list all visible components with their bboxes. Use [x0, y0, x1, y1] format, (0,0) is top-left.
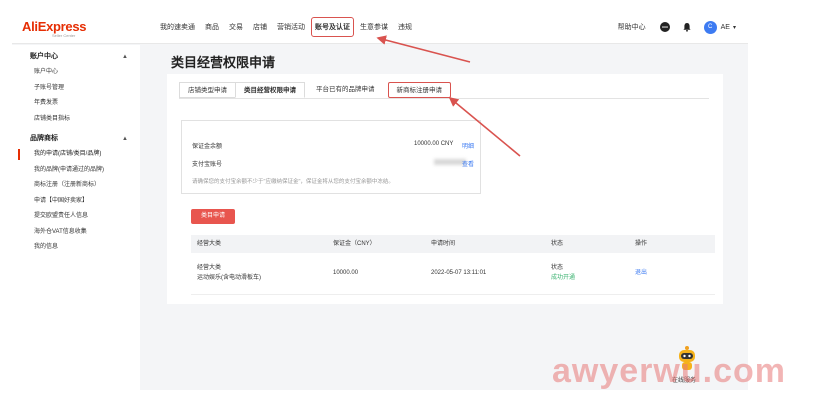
chevron-down-icon[interactable]: ▾ [733, 24, 736, 31]
deposit-detail-link[interactable]: 明细 [462, 141, 474, 150]
chevron-up-icon[interactable]: ▲ [122, 49, 128, 65]
sidebar-item-trademark-registration[interactable]: 商标注册（注册新商标） [12, 178, 140, 194]
user-name[interactable]: AE [721, 24, 730, 31]
col-category: 经营大类 [197, 241, 222, 247]
page-title: 类目经营权限申请 [171, 55, 276, 70]
bell-icon[interactable] [682, 22, 692, 32]
sidebar-item-sub-accounts[interactable]: 子账号管理 [12, 81, 140, 97]
sidebar: 账户中心 ▲ 账户中心 子账号管理 年费发票 店铺类目指标 品牌商标 ▲ 我的申… [12, 45, 140, 390]
col-apply-time: 申请时间 [431, 241, 456, 247]
tab-bar: 店铺类型申请 类目经营权限申请 平台已有的品牌申请 新商标注册申请 [179, 82, 451, 98]
sidebar-group-label: 品牌商标 [30, 135, 58, 142]
sidebar-group-brand[interactable]: 品牌商标 ▲ [12, 131, 140, 147]
row-subcategory: 运动娱乐(含电动滑板车) [197, 275, 261, 281]
chat-icon[interactable] [659, 22, 670, 32]
top-right-tools: 帮助中心 C AE ▾ [618, 10, 736, 44]
nav-orders[interactable]: 交易 [229, 22, 243, 32]
user-avatar[interactable]: C [703, 20, 717, 34]
nav-violations[interactable]: 违规 [398, 22, 412, 32]
aliexpress-logo[interactable]: AliExpress [22, 19, 87, 34]
tab-store-type[interactable]: 店铺类型申请 [179, 82, 236, 98]
applications-table: 经营大类 保证金（CNY） 申请时间 状态 操作 经营大类 运动娱乐(含电动滑板… [191, 235, 715, 295]
exit-link[interactable]: 退出 [635, 269, 647, 278]
row-category: 经营大类 [197, 265, 222, 271]
col-deposit: 保证金（CNY） [333, 241, 376, 247]
sidebar-group-account[interactable]: 账户中心 ▲ [12, 49, 140, 65]
tab-new-trademark[interactable]: 新商标注册申请 [387, 82, 451, 98]
table-row: 经营大类 运动娱乐(含电动滑板车) 10000.00 2022-05-07 13… [191, 253, 715, 295]
sidebar-item-account-center[interactable]: 账户中心 [12, 65, 140, 81]
deposit-balance-value: 10000.00 CNY [414, 141, 454, 147]
row-apply-time: 2022-05-07 13:11:01 [431, 270, 487, 276]
sidebar-item-store-category-metrics[interactable]: 店铺类目指标 [12, 112, 140, 128]
tab-existing-brand[interactable]: 平台已有的品牌申请 [308, 82, 383, 98]
nav-business-advisor[interactable]: 生意参谋 [360, 22, 388, 32]
top-navbar: AliExpress Seller Center 我的速卖通 商品 交易 店铺 … [12, 10, 748, 44]
logo-subtitle: Seller Center [52, 33, 76, 38]
sidebar-item-good-seller[interactable]: 申请【中国好卖家】 [12, 194, 140, 210]
main-card: 店铺类型申请 类目经营权限申请 平台已有的品牌申请 新商标注册申请 保证金余额 … [167, 74, 723, 304]
sidebar-item-my-applications[interactable]: 我的申请(店铺/类目/品牌) [12, 147, 140, 163]
deposit-note: 请确保您的支付宝余额不少于"应缴纳保证金"，保证金将从您的支付宝余额中冻结。 [192, 179, 394, 185]
nav-products[interactable]: 商品 [205, 22, 219, 32]
deposit-balance-label: 保证金余额 [192, 144, 223, 150]
sidebar-item-my-info[interactable]: 我的信息 [12, 240, 140, 256]
sidebar-item-overseas-vat[interactable]: 海外仓VAT信息收集 [12, 225, 140, 241]
row-deposit: 10000.00 [333, 270, 359, 276]
col-status: 状态 [551, 241, 564, 247]
app-frame: AliExpress Seller Center 我的速卖通 商品 交易 店铺 … [12, 10, 748, 390]
table-header: 经营大类 保证金（CNY） 申请时间 状态 操作 [191, 235, 715, 253]
nav-account-verification[interactable]: 账号及认证 [311, 17, 354, 37]
help-center-link[interactable]: 帮助中心 [618, 22, 646, 32]
deposit-info-box: 保证金余额 10000.00 CNY 明细 支付宝账号 查看 请确保您的支付宝余… [181, 120, 481, 194]
nav-my-aliexpress[interactable]: 我的速卖通 [160, 22, 195, 32]
tab-divider [179, 98, 709, 99]
sidebar-item-eu-responsible-person[interactable]: 提交欧盟责任人信息 [12, 209, 140, 225]
nav-store[interactable]: 店铺 [253, 22, 267, 32]
category-apply-button[interactable]: 类目申请 [191, 209, 235, 224]
sidebar-item-my-brands[interactable]: 我的品牌(申请通过的品牌) [12, 163, 140, 179]
row-status-label: 状态 [551, 265, 564, 271]
alipay-account-label: 支付宝账号 [192, 162, 223, 168]
tab-category-permission[interactable]: 类目经营权限申请 [235, 82, 305, 98]
nav-marketing[interactable]: 营销活动 [277, 22, 305, 32]
view-account-link[interactable]: 查看 [462, 159, 474, 168]
col-action: 操作 [635, 241, 648, 247]
status-badge: 成功开通 [551, 275, 576, 281]
sidebar-item-annual-invoice[interactable]: 年费发票 [12, 96, 140, 112]
main-nav: 我的速卖通 商品 交易 店铺 营销活动 账号及认证 生意参谋 违规 [160, 10, 422, 44]
watermark: awyerwu.com [552, 352, 786, 390]
sidebar-group-label: 账户中心 [30, 53, 58, 60]
chevron-up-icon[interactable]: ▲ [122, 131, 128, 147]
